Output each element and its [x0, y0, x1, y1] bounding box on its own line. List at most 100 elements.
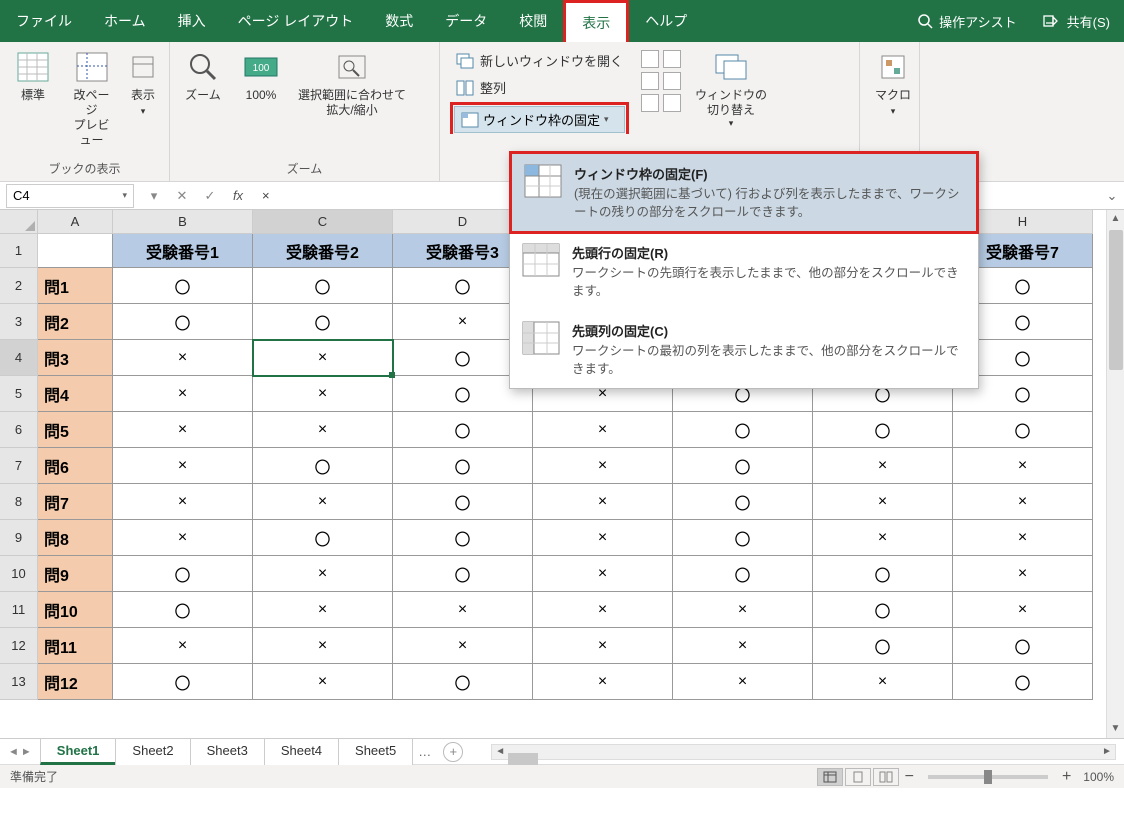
view-normal-button[interactable]: 標準	[6, 46, 60, 107]
cell[interactable]: 〇	[113, 268, 253, 304]
cell[interactable]: ×	[253, 484, 393, 520]
cell[interactable]: 〇	[393, 520, 533, 556]
expand-formula-icon[interactable]: ⌄	[1100, 188, 1124, 204]
cell[interactable]: ×	[813, 520, 953, 556]
cell[interactable]: 〇	[253, 520, 393, 556]
cell[interactable]	[38, 234, 113, 268]
cell[interactable]: ×	[253, 376, 393, 412]
view-side-icon[interactable]	[663, 50, 681, 68]
cell[interactable]: 〇	[393, 664, 533, 700]
hide-icon[interactable]	[641, 72, 659, 90]
cell[interactable]: 〇	[253, 304, 393, 340]
cell[interactable]: ×	[813, 664, 953, 700]
column-header[interactable]: B	[113, 210, 253, 234]
cell[interactable]: ×	[113, 628, 253, 664]
scroll-thumb[interactable]	[1109, 230, 1123, 370]
cell[interactable]: 〇	[673, 520, 813, 556]
sheet-tab[interactable]: Sheet4	[264, 738, 339, 765]
cell[interactable]: 〇	[113, 304, 253, 340]
cell[interactable]: ×	[253, 556, 393, 592]
cell[interactable]: ×	[673, 592, 813, 628]
cell[interactable]: 受験番号1	[113, 234, 253, 268]
fb-cancel-icon[interactable]: ✕	[168, 188, 196, 204]
cell[interactable]: ×	[533, 520, 673, 556]
reset-pos-icon[interactable]	[663, 94, 681, 112]
freeze-panes-dropdown[interactable]: ウィンドウ枠の固定 ▾	[454, 106, 625, 133]
cell[interactable]: 〇	[673, 412, 813, 448]
scroll-down-icon[interactable]: ▼	[1107, 720, 1124, 738]
zoom-out-button[interactable]: −	[901, 768, 918, 786]
cell[interactable]: ×	[113, 340, 253, 376]
cell[interactable]: 問1	[38, 268, 113, 304]
cell[interactable]: 問8	[38, 520, 113, 556]
cell[interactable]: 〇	[113, 592, 253, 628]
row-header[interactable]: 6	[0, 412, 38, 448]
tab-nav-prev-icon[interactable]: ►	[21, 746, 32, 758]
menu-tab-4[interactable]: 数式	[369, 0, 429, 42]
cell[interactable]: ×	[953, 592, 1093, 628]
cell[interactable]: ×	[673, 628, 813, 664]
cell[interactable]: 〇	[673, 448, 813, 484]
view-pagebreak-button[interactable]: 改ページ プレビュー	[64, 46, 119, 152]
cell[interactable]: ×	[253, 340, 393, 376]
sheet-tab[interactable]: Sheet3	[190, 738, 265, 765]
row-header[interactable]: 10	[0, 556, 38, 592]
name-box[interactable]: C4▾	[6, 184, 134, 208]
cell[interactable]: 〇	[253, 448, 393, 484]
cell[interactable]: ×	[253, 412, 393, 448]
cell[interactable]: 〇	[813, 592, 953, 628]
add-sheet-button[interactable]: +	[443, 742, 463, 762]
cell[interactable]: ×	[813, 484, 953, 520]
cell[interactable]: ×	[253, 664, 393, 700]
row-header[interactable]: 13	[0, 664, 38, 700]
cell[interactable]: 〇	[673, 484, 813, 520]
row-header[interactable]: 3	[0, 304, 38, 340]
sheet-tab[interactable]: Sheet1	[40, 738, 117, 765]
menu-tab-2[interactable]: 挿入	[162, 0, 222, 42]
row-header[interactable]: 12	[0, 628, 38, 664]
horizontal-scrollbar[interactable]: ◄►	[491, 744, 1116, 760]
cell[interactable]: 〇	[813, 412, 953, 448]
row-header[interactable]: 2	[0, 268, 38, 304]
tell-me[interactable]: 操作アシスト	[905, 12, 1028, 31]
row-header[interactable]: 11	[0, 592, 38, 628]
vertical-scrollbar[interactable]: ▲ ▼	[1106, 210, 1124, 738]
zoom-slider[interactable]	[928, 775, 1048, 779]
row-header[interactable]: 7	[0, 448, 38, 484]
menu-tab-6[interactable]: 校閲	[503, 0, 563, 42]
new-window-button[interactable]: 新しいウィンドウを開く	[450, 48, 629, 73]
view-show-button[interactable]: 表示▾	[123, 46, 163, 122]
cell[interactable]: ×	[533, 628, 673, 664]
cell[interactable]: 〇	[953, 628, 1093, 664]
menu-tab-0[interactable]: ファイル	[0, 0, 88, 42]
menu-tab-8[interactable]: ヘルプ	[629, 0, 703, 42]
cell[interactable]: 問4	[38, 376, 113, 412]
row-header[interactable]: 5	[0, 376, 38, 412]
cell[interactable]: ×	[253, 592, 393, 628]
column-header[interactable]: C	[253, 210, 393, 234]
cell[interactable]: ×	[533, 664, 673, 700]
cell[interactable]: ×	[113, 484, 253, 520]
menu-tab-7[interactable]: 表示	[563, 0, 629, 42]
fb-confirm-icon[interactable]: ✓	[196, 188, 224, 204]
fx-icon[interactable]: fx	[224, 188, 252, 203]
cell[interactable]: 問12	[38, 664, 113, 700]
cell[interactable]: 受験番号2	[253, 234, 393, 268]
zoom-in-button[interactable]: +	[1058, 768, 1075, 786]
row-header[interactable]: 1	[0, 234, 38, 268]
view-pagelayout-icon[interactable]	[845, 768, 871, 786]
select-all-corner[interactable]	[0, 210, 38, 234]
cell[interactable]: 〇	[393, 412, 533, 448]
sheet-tab[interactable]: Sheet5	[338, 738, 413, 765]
split-icon[interactable]	[641, 50, 659, 68]
cell[interactable]: ×	[113, 520, 253, 556]
menu-tab-1[interactable]: ホーム	[88, 0, 162, 42]
macro-button[interactable]: マクロ▾	[866, 46, 920, 122]
zoom-fit-button[interactable]: 選択範囲に合わせて 拡大/縮小	[292, 46, 412, 122]
zoom-level[interactable]: 100%	[1083, 770, 1114, 784]
cell[interactable]: ×	[113, 448, 253, 484]
arrange-button[interactable]: 整列	[450, 75, 629, 100]
cell[interactable]: ×	[393, 592, 533, 628]
cell[interactable]: ×	[533, 412, 673, 448]
cell[interactable]: ×	[953, 484, 1093, 520]
